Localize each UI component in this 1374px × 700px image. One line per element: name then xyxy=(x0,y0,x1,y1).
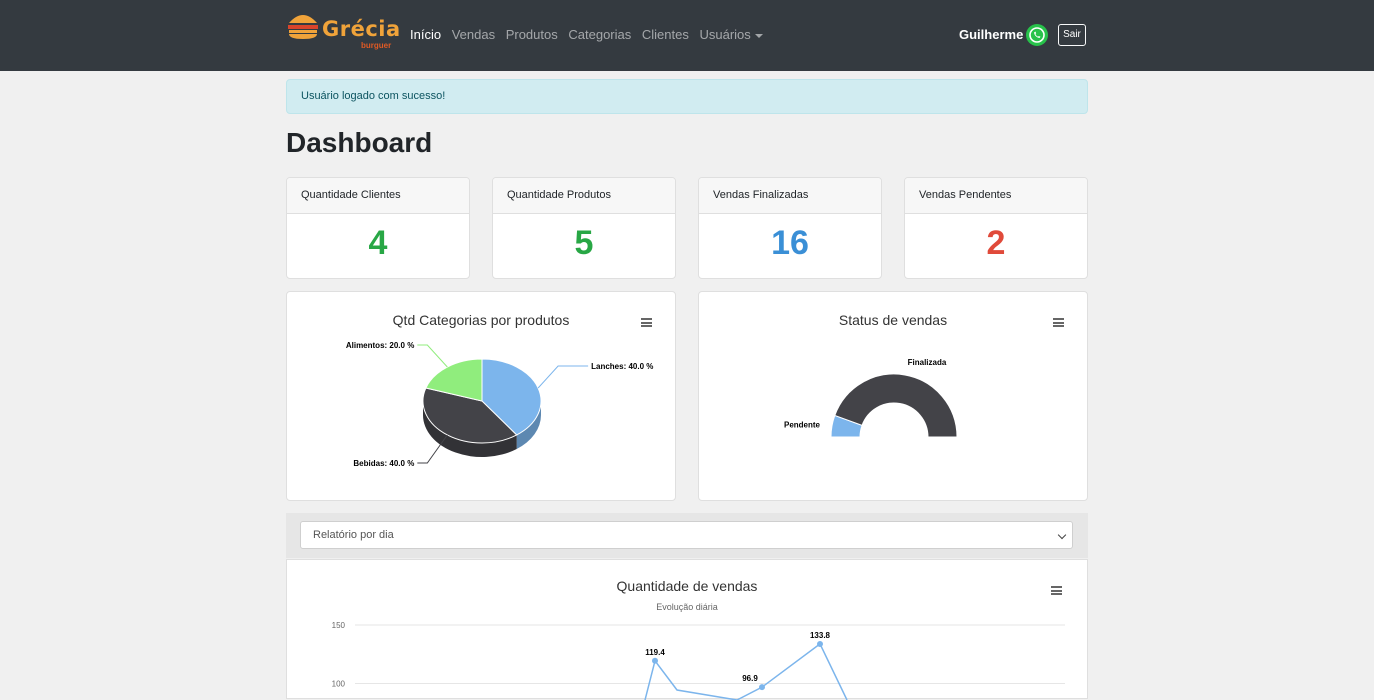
stat-value: 2 xyxy=(986,224,1006,262)
nav-item-categorias[interactable]: Categorias xyxy=(568,27,631,42)
stat-label: Vendas Finalizadas xyxy=(699,178,881,214)
stat-value: 5 xyxy=(574,224,594,262)
pie-label-connector xyxy=(537,365,589,389)
y-tick-label: 100 xyxy=(332,680,346,689)
stat-card-produtos: Quantidade Produtos 5 xyxy=(492,177,676,279)
report-select-value: Relatório por dia xyxy=(313,529,394,541)
chart-card-categorias: Qtd Categorias por produtos Lanches: 40.… xyxy=(286,291,676,501)
line-point[interactable] xyxy=(817,640,823,647)
chart-card-status: Status de vendas Pendente Finalizada xyxy=(698,291,1088,501)
burger-icon xyxy=(288,15,318,39)
donut-chart: Pendente Finalizada xyxy=(784,358,958,438)
stat-label: Quantidade Produtos xyxy=(493,178,675,214)
nav-item-clientes[interactable]: Clientes xyxy=(642,27,689,42)
stat-label: Quantidade Clientes xyxy=(287,178,469,214)
whatsapp-icon[interactable] xyxy=(1026,24,1048,46)
nav-item-inicio[interactable]: Início xyxy=(410,27,441,42)
pie-data-label: Lanches: 40.0 % xyxy=(591,362,653,371)
stat-card-clientes: Quantidade Clientes 4 xyxy=(286,177,470,279)
brand-logo[interactable]: Grécia burguer xyxy=(286,7,400,57)
stat-label: Vendas Pendentes xyxy=(905,178,1087,214)
stat-value: 4 xyxy=(368,224,388,262)
report-select[interactable]: Relatório por dia xyxy=(300,521,1073,549)
pie-data-label: Alimentos: 20.0 % xyxy=(346,341,414,350)
brand-name: Grécia xyxy=(322,17,401,41)
brand-sub: burguer xyxy=(361,41,392,50)
donut-data-label: Pendente xyxy=(784,420,821,429)
chart-card-vendas: Quantidade de vendas Evolução diária 150… xyxy=(286,559,1088,700)
navbar: Grécia burguer Início Vendas Produtos Ca… xyxy=(0,0,1374,71)
nav-item-produtos[interactable]: Produtos xyxy=(506,27,558,42)
chevron-down-icon xyxy=(1057,530,1067,540)
donut-data-label: Finalizada xyxy=(908,358,947,367)
success-alert: Usuário logado com sucesso! xyxy=(286,79,1088,114)
pie-data-label: Bebidas: 40.0 % xyxy=(353,459,414,468)
line-data-label: 96.9 xyxy=(742,674,758,683)
stat-value: 16 xyxy=(771,224,809,262)
nav-item-usuarios-label: Usuários xyxy=(699,27,751,42)
line-data-label: 119.4 xyxy=(645,648,665,657)
logout-button[interactable]: Sair xyxy=(1058,24,1086,46)
nav-item-usuarios-dropdown[interactable]: Usuários xyxy=(699,27,763,42)
line-chart: 150 100 119.4 96.9 133.8 xyxy=(332,621,1065,700)
pie-label-connector xyxy=(417,344,448,368)
y-tick-label: 150 xyxy=(332,621,346,630)
line-point[interactable] xyxy=(759,684,765,691)
nav-item-vendas[interactable]: Vendas xyxy=(452,27,495,42)
line-series-path xyxy=(644,642,848,700)
report-panel: Relatório por dia xyxy=(286,513,1088,558)
line-point[interactable] xyxy=(652,657,658,664)
user-name: Guilherme xyxy=(959,27,1024,42)
stat-card-vendas-pendentes: Vendas Pendentes 2 xyxy=(904,177,1088,279)
stat-card-vendas-finalizadas: Vendas Finalizadas 16 xyxy=(698,177,882,279)
chevron-down-icon xyxy=(754,33,763,38)
line-data-label: 133.8 xyxy=(810,631,831,640)
pie-chart: Lanches: 40.0 % Bebidas: 40.0 % Alimentos:… xyxy=(346,341,654,468)
page-title: Dashboard xyxy=(286,127,433,158)
nav-menu: Início Vendas Produtos Categorias Client… xyxy=(410,27,770,42)
